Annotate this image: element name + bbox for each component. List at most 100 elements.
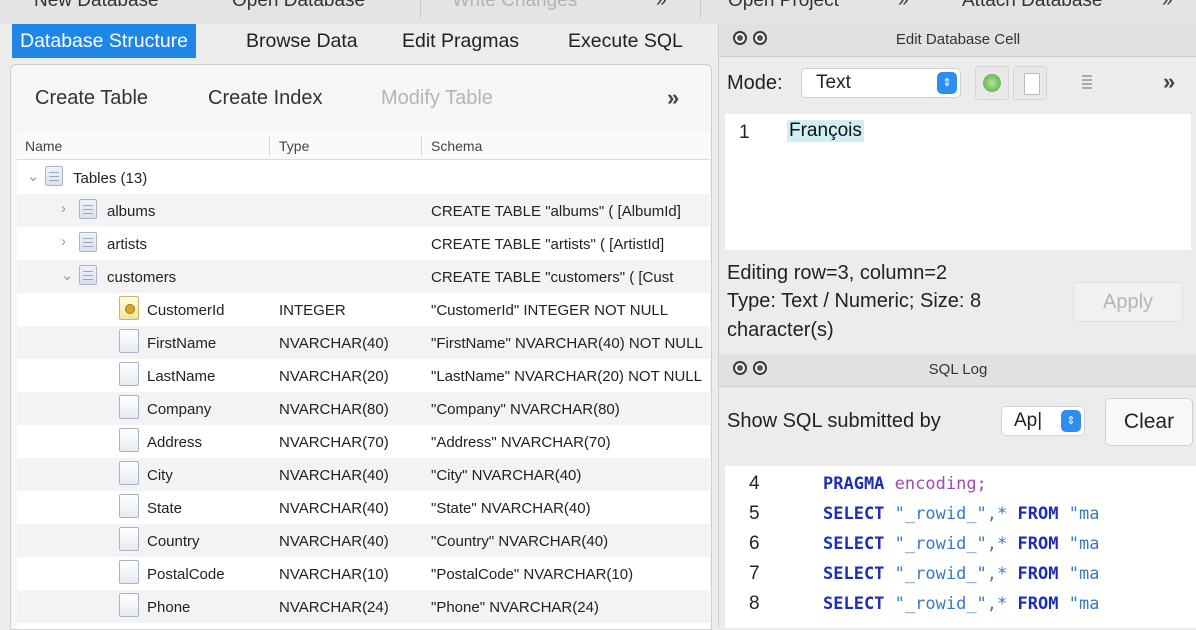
sql-keyword: SELECT xyxy=(823,534,885,554)
clear-button[interactable]: Clear xyxy=(1105,398,1193,446)
sql-log-text[interactable]: 4 PRAGMA encoding; 5 SELECT "_rowid_",* FRO… xyxy=(725,466,1196,628)
column-header-name[interactable]: Name xyxy=(25,138,62,154)
row-schema: "CustomerId" INTEGER NOT NULL xyxy=(431,302,669,319)
sql-table-name: "ma xyxy=(1068,504,1100,524)
toolbar-more-chevron-icon[interactable]: » xyxy=(898,0,909,12)
mode-select[interactable]: Text ⇕ xyxy=(801,68,961,98)
structure-panel: Create Table Create Index Modify Table »… xyxy=(10,64,712,630)
write-changes-button[interactable]: Write Changes xyxy=(452,0,577,12)
tree-row[interactable]: City NVARCHAR(40) "City" NVARCHAR(40) xyxy=(17,458,710,491)
sql-keyword: FROM xyxy=(1017,594,1059,614)
log-line-number: 8 xyxy=(749,593,760,614)
tree-row[interactable]: LastName NVARCHAR(20) "LastName" NVARCHAR(… xyxy=(17,359,710,392)
row-name: customers xyxy=(107,269,177,286)
tab-edit-pragmas[interactable]: Edit Pragmas xyxy=(396,24,519,58)
sql-keyword: PRAGMA xyxy=(823,474,885,494)
row-name: Address xyxy=(147,434,203,451)
sql-keyword: FROM xyxy=(1017,534,1059,554)
row-type: NVARCHAR(40) xyxy=(279,335,389,352)
tree-row[interactable]: FirstName NVARCHAR(40) "FirstName" NVARCHA… xyxy=(17,326,710,359)
mode-select-value: Text xyxy=(816,72,851,93)
row-schema: "Country" NVARCHAR(40) xyxy=(431,533,609,550)
tab-execute-sql[interactable]: Execute SQL xyxy=(562,24,683,58)
schema-tree[interactable]: Name Type Schema ⌄ Tables (13) › albums CREA… xyxy=(17,133,710,629)
cell-editor[interactable]: 1 François xyxy=(725,114,1191,250)
table-icon xyxy=(79,199,97,219)
toolbar-more-chevron-icon[interactable]: » xyxy=(656,0,667,12)
sql-keyword: SELECT xyxy=(823,564,885,584)
open-database-button[interactable]: Open Database xyxy=(232,0,365,12)
column-header-type[interactable]: Type xyxy=(279,138,309,154)
structure-toolbar: Create Table Create Index Modify Table » xyxy=(11,77,711,123)
sql-argument: encoding; xyxy=(894,474,987,494)
field-icon xyxy=(119,527,139,551)
open-project-button[interactable]: Open Project xyxy=(728,0,839,12)
export-button[interactable] xyxy=(1069,66,1103,100)
sql-keyword: FROM xyxy=(1017,504,1059,524)
apply-button[interactable]: Apply xyxy=(1073,282,1183,322)
tree-row[interactable]: ⌄ Tables (13) xyxy=(17,161,710,194)
row-name: artists xyxy=(107,236,148,253)
sql-keyword: SELECT xyxy=(823,504,885,524)
row-type: NVARCHAR(20) xyxy=(279,368,389,385)
submitter-select[interactable]: Ap| ⇕ xyxy=(1001,406,1085,436)
chevron-down-icon[interactable]: ⌄ xyxy=(61,266,74,284)
tree-row[interactable]: Address NVARCHAR(70) "Address" NVARCHAR(70… xyxy=(17,425,710,458)
tab-database-structure[interactable]: Database Structure xyxy=(12,24,197,58)
tree-row[interactable]: PostalCode NVARCHAR(10) "PostalCode" NVARC… xyxy=(17,557,710,590)
tree-row[interactable]: ⌄ customers CREATE TABLE "customers" ( [Cu… xyxy=(17,260,710,293)
document-icon xyxy=(1024,73,1040,95)
modify-table-button[interactable]: Modify Table xyxy=(381,87,493,110)
log-code: SELECT "_rowid_",* FROM "ma xyxy=(823,594,1099,614)
row-name: State xyxy=(147,500,183,517)
tree-row[interactable]: State NVARCHAR(40) "State" NVARCHAR(40) xyxy=(17,491,710,524)
more-chevron-icon[interactable]: » xyxy=(667,85,679,111)
more-chevron-icon[interactable]: » xyxy=(1163,69,1175,95)
field-icon xyxy=(119,494,139,518)
create-table-button[interactable]: Create Table xyxy=(35,87,148,110)
row-schema: "PostalCode" NVARCHAR(10) xyxy=(431,566,634,583)
mode-label: Mode: xyxy=(727,72,783,94)
row-schema: CREATE TABLE "customers" ( [Cust xyxy=(431,269,674,286)
new-database-button[interactable]: New Database xyxy=(34,0,159,12)
field-icon xyxy=(119,428,139,452)
log-line-number: 6 xyxy=(749,533,760,554)
chevron-right-icon[interactable]: › xyxy=(61,200,66,217)
tree-row[interactable]: Phone NVARCHAR(24) "Phone" NVARCHAR(24) xyxy=(17,590,710,623)
size-status: character(s) xyxy=(727,319,834,341)
row-type: INTEGER xyxy=(279,302,346,319)
chevron-down-icon[interactable]: ⌄ xyxy=(27,167,40,185)
edit-cell-title: Edit Database Cell xyxy=(895,31,1021,48)
editing-status: Editing row=3, column=2 xyxy=(727,262,948,284)
create-index-button[interactable]: Create Index xyxy=(208,87,323,110)
tree-row[interactable]: Country NVARCHAR(40) "Country" NVARCHAR(40… xyxy=(17,524,710,557)
row-name: PostalCode xyxy=(147,566,225,583)
toolbar-divider xyxy=(700,0,701,18)
auto-format-button[interactable] xyxy=(975,66,1009,100)
tree-row[interactable]: › artists CREATE TABLE "artists" ( [Artist… xyxy=(17,227,710,260)
chevron-right-icon[interactable]: › xyxy=(61,233,66,250)
column-header-schema[interactable]: Schema xyxy=(431,138,482,154)
field-icon xyxy=(119,461,139,485)
select-arrows-icon: ⇕ xyxy=(937,72,957,94)
log-code: PRAGMA encoding; xyxy=(823,474,987,494)
row-schema: "Company" NVARCHAR(80) xyxy=(431,401,620,418)
sql-argument: "_rowid_",* xyxy=(894,564,1008,584)
cell-value-text[interactable]: François xyxy=(787,120,864,142)
tree-row[interactable]: › albums CREATE TABLE "albums" ( [AlbumId] xyxy=(17,194,710,227)
attach-database-button[interactable]: Attach Database xyxy=(962,0,1102,12)
sql-log-title: SQL Log xyxy=(928,361,988,378)
row-type: NVARCHAR(10) xyxy=(279,566,389,583)
sql-log-titlebar: SQL Log xyxy=(719,354,1196,387)
tree-row[interactable]: Company NVARCHAR(80) "Company" NVARCHAR(80… xyxy=(17,392,710,425)
column-divider xyxy=(421,136,422,156)
sql-argument: "_rowid_",* xyxy=(894,594,1008,614)
row-schema: "City" NVARCHAR(40) xyxy=(431,467,582,484)
tab-browse-data[interactable]: Browse Data xyxy=(240,24,358,58)
import-button[interactable] xyxy=(1013,66,1047,100)
sql-keyword: SELECT xyxy=(823,594,885,614)
tree-row[interactable]: CustomerId INTEGER "CustomerId" INTEGER NO… xyxy=(17,293,710,326)
row-name: Country xyxy=(147,533,200,550)
field-icon xyxy=(119,395,139,419)
toolbar-more-chevron-icon[interactable]: » xyxy=(1162,0,1173,12)
